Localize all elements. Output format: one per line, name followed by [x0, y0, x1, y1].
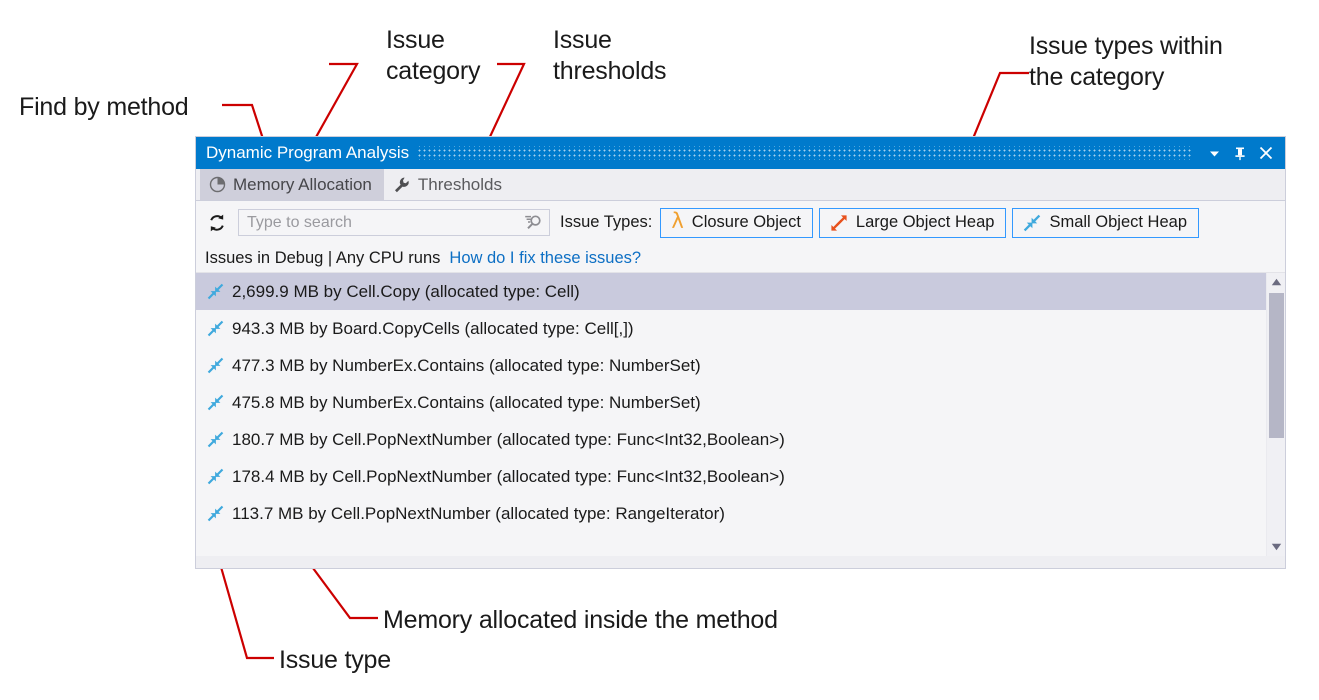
issue-row[interactable]: 180.7 MB by Cell.PopNextNumber (allocate…	[196, 421, 1266, 458]
issue-row-text: 475.8 MB by NumberEx.Contains (allocated…	[232, 392, 701, 412]
issue-type-button-large-object-heap[interactable]: Large Object Heap	[818, 207, 1007, 238]
arrows-inward-icon	[207, 468, 224, 485]
arrows-inward-icon	[207, 320, 224, 337]
lambda-icon: λ	[671, 209, 684, 233]
issues-list-area: 2,699.9 MB by Cell.Copy (allocated type:…	[196, 272, 1285, 556]
arrows-inward-icon	[1023, 214, 1041, 232]
tab-thresholds[interactable]: Thresholds	[384, 169, 514, 200]
fix-issues-link[interactable]: How do I fix these issues?	[449, 249, 641, 268]
search-input[interactable]	[247, 213, 522, 232]
issue-type-button-group: λ Closure Object Large Object Heap Small…	[660, 207, 1199, 238]
wrench-icon	[393, 176, 411, 194]
issue-row[interactable]: 2,699.9 MB by Cell.Copy (allocated type:…	[196, 273, 1266, 310]
issue-type-button-small-object-heap-label: Small Object Heap	[1049, 213, 1187, 231]
issues-list: 2,699.9 MB by Cell.Copy (allocated type:…	[196, 273, 1266, 556]
arrows-inward-icon	[207, 505, 224, 522]
annotation-issue-types-within: Issue types within the category	[1029, 32, 1223, 91]
arrows-inward-icon	[207, 283, 224, 300]
tab-memory-allocation-label: Memory Allocation	[233, 174, 372, 194]
close-icon[interactable]	[1253, 140, 1279, 166]
scrollbar-up-button[interactable]	[1267, 273, 1286, 291]
issue-row-text: 113.7 MB by Cell.PopNextNumber (allocate…	[232, 503, 725, 523]
annotation-issue-type: Issue type	[279, 646, 391, 674]
arrows-inward-icon	[207, 357, 224, 374]
arrows-outward-icon	[830, 214, 848, 232]
window-drag-handle[interactable]	[417, 146, 1193, 160]
tab-strip: Memory Allocation Thresholds	[196, 169, 1285, 200]
issues-scope-text: Issues in Debug | Any CPU runs	[205, 248, 441, 267]
pin-icon[interactable]	[1227, 140, 1253, 166]
issue-row-text: 477.3 MB by NumberEx.Contains (allocated…	[232, 355, 701, 375]
issue-row-text: 180.7 MB by Cell.PopNextNumber (allocate…	[232, 429, 785, 449]
annotation-issue-category: Issue category	[386, 26, 481, 85]
search-box[interactable]	[238, 209, 550, 236]
annotation-find-by-method: Find by method	[19, 93, 189, 121]
arrows-inward-icon	[207, 431, 224, 448]
issue-row[interactable]: 113.7 MB by Cell.PopNextNumber (allocate…	[196, 495, 1266, 532]
issue-row[interactable]: 477.3 MB by NumberEx.Contains (allocated…	[196, 347, 1266, 384]
pie-chart-icon	[209, 176, 226, 193]
search-icon[interactable]	[522, 214, 545, 232]
issue-type-button-large-object-heap-label: Large Object Heap	[855, 213, 995, 231]
issue-row[interactable]: 943.3 MB by Board.CopyCells (allocated t…	[196, 310, 1266, 347]
refresh-icon[interactable]	[204, 210, 230, 236]
chevron-down-icon[interactable]	[1201, 140, 1227, 166]
annotation-issue-thresholds: Issue thresholds	[553, 26, 667, 85]
tab-memory-allocation[interactable]: Memory Allocation	[200, 169, 384, 200]
issues-scrollbar[interactable]	[1266, 273, 1285, 556]
issue-row-text: 943.3 MB by Board.CopyCells (allocated t…	[232, 318, 634, 338]
issue-type-button-small-object-heap[interactable]: Small Object Heap	[1012, 207, 1199, 238]
scrollbar-thumb[interactable]	[1268, 293, 1284, 438]
arrows-inward-icon	[207, 394, 224, 411]
issue-row-text: 2,699.9 MB by Cell.Copy (allocated type:…	[232, 281, 580, 301]
issue-types-label: Issue Types:	[560, 213, 653, 231]
issues-subheader: Issues in Debug | Any CPU runs How do I …	[196, 244, 1285, 272]
issue-type-button-closure-object[interactable]: λ Closure Object	[660, 207, 813, 238]
issue-row-text: 178.4 MB by Cell.PopNextNumber (allocate…	[232, 466, 785, 486]
issue-row[interactable]: 178.4 MB by Cell.PopNextNumber (allocate…	[196, 458, 1266, 495]
tab-thresholds-label: Thresholds	[417, 174, 502, 194]
issue-type-button-closure-object-label: Closure Object	[691, 213, 801, 231]
scrollbar-down-button[interactable]	[1267, 538, 1286, 556]
issue-row[interactable]: 475.8 MB by NumberEx.Contains (allocated…	[196, 384, 1266, 421]
toolbar: Issue Types: λ Closure Object Large	[196, 200, 1285, 244]
leader-issue-type	[217, 559, 274, 660]
annotation-memory-allocated: Memory allocated inside the method	[383, 606, 778, 634]
dynamic-program-analysis-window: Dynamic Program Analysis Memory Allocati…	[195, 136, 1286, 569]
window-title-bar: Dynamic Program Analysis	[196, 137, 1285, 169]
window-title: Dynamic Program Analysis	[206, 143, 410, 162]
scrollbar-track[interactable]	[1267, 291, 1286, 538]
